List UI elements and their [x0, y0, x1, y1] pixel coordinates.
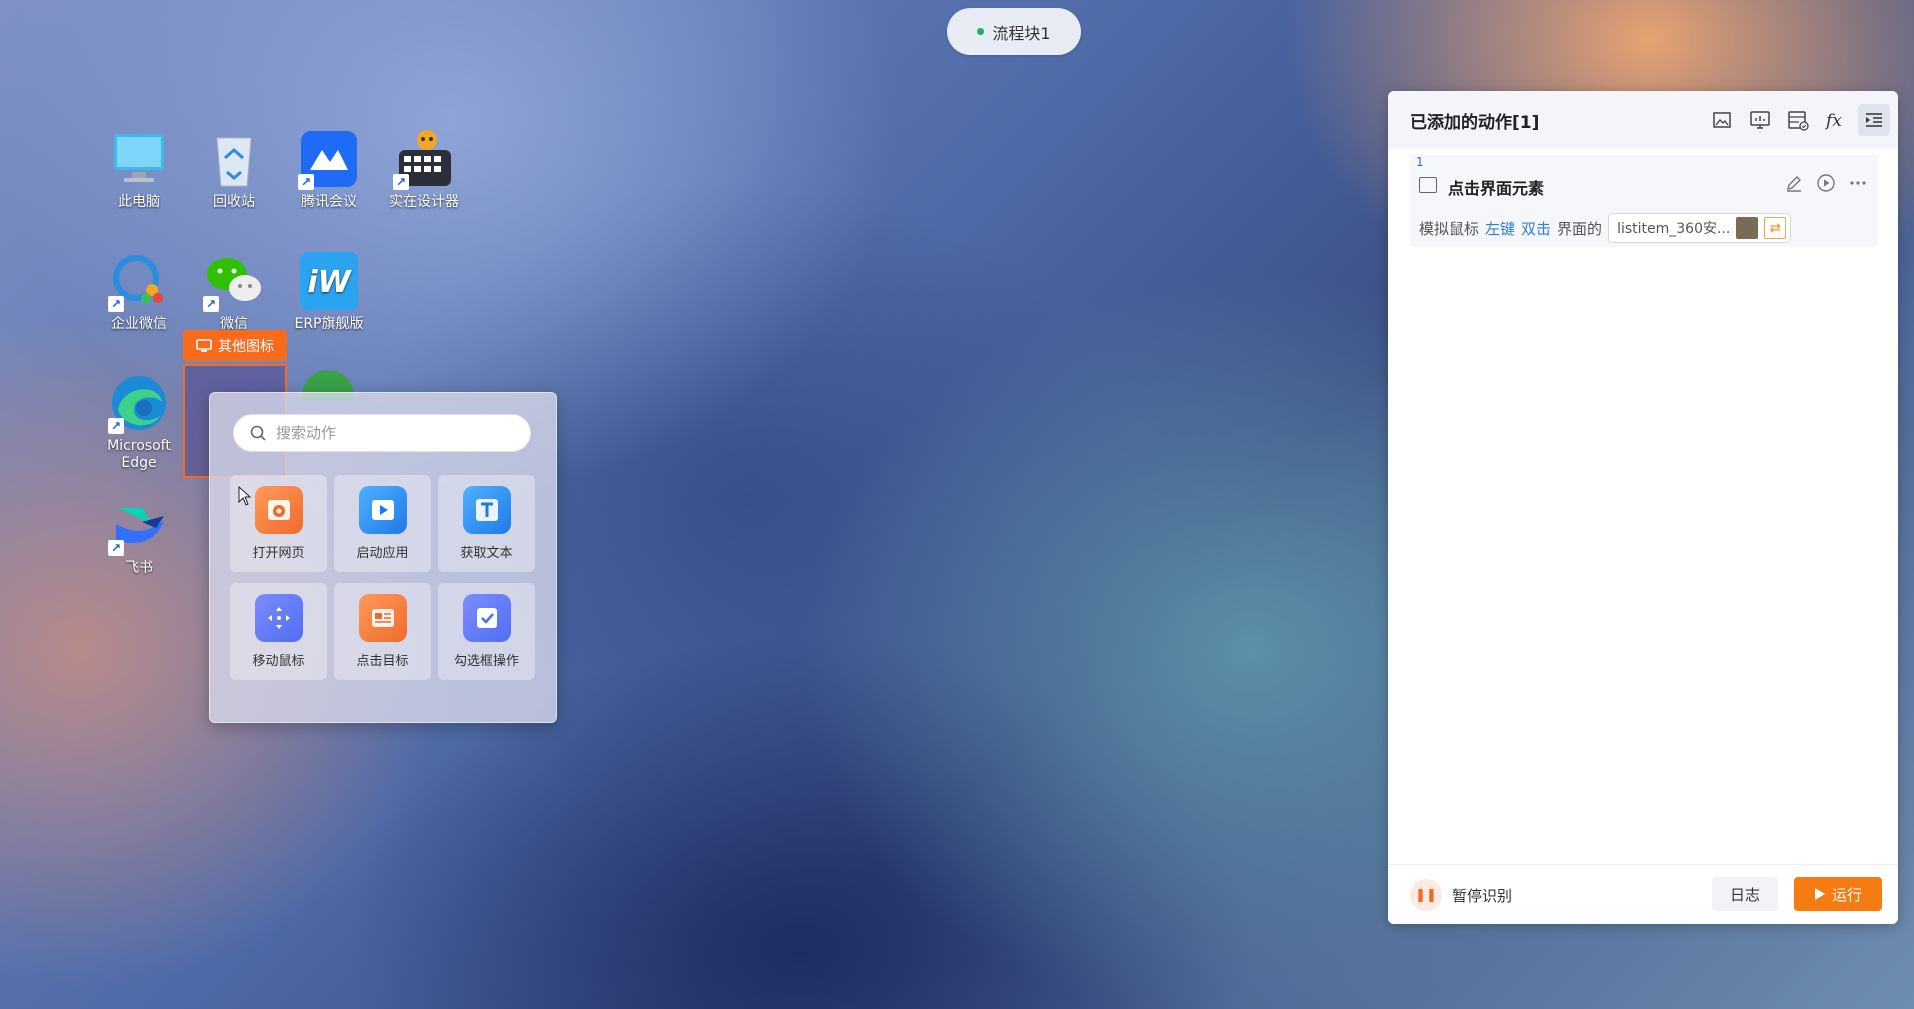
desktop-icon-tencent-meeting[interactable]: ↗ 腾讯会议	[281, 128, 377, 211]
wecom-icon: ↗	[108, 250, 170, 312]
indent-list-icon	[1866, 113, 1882, 127]
action-tile-checkbox-op[interactable]: 勾选框操作	[438, 583, 535, 680]
desktop-icon-label: ERP旗舰版	[294, 316, 364, 332]
shortcut-arrow-icon: ↗	[393, 174, 409, 190]
play-icon	[1814, 888, 1825, 900]
shortcut-arrow-icon: ↗	[203, 296, 219, 312]
desktop-icon-label: 实在设计器	[389, 194, 459, 210]
desktop-icon-recycle-bin[interactable]: 回收站	[186, 128, 282, 211]
swap-target-icon[interactable]: ⇄	[1764, 217, 1787, 239]
collapse-panel-button[interactable]	[1858, 104, 1890, 136]
pause-recognition-label: 暂停识别	[1452, 887, 1513, 905]
action-search-input[interactable]	[274, 423, 508, 443]
desktop-icon-wechat[interactable]: ↗ 微信	[186, 250, 282, 333]
shortcut-arrow-icon: ↗	[298, 174, 314, 190]
action-tile-click-target[interactable]: 点击目标	[334, 583, 431, 680]
pause-icon: ❚❚	[1415, 887, 1437, 903]
status-dot	[977, 28, 985, 35]
action-title: 点击界面元素	[1448, 179, 1545, 198]
desktop-icon-this-pc[interactable]: 此电脑	[91, 128, 187, 211]
ui-element-icon	[1419, 177, 1437, 193]
action-quick-menu: 打开网页 启动应用 获取文本 移动鼠标 点击目标 勾选框操作	[209, 392, 557, 723]
desktop-icon-label: 企业微信	[111, 316, 167, 332]
shortcut-arrow-icon: ↗	[108, 540, 124, 556]
panel-title: 已添加的动作[1]	[1410, 113, 1540, 133]
shortcut-arrow-icon: ↗	[108, 296, 124, 312]
data-table-button[interactable]	[1782, 104, 1814, 136]
text-icon	[462, 486, 511, 534]
flow-block-pill[interactable]: 流程块1	[947, 8, 1081, 55]
monitor-icon	[108, 128, 170, 190]
shortcut-arrow-icon: ↗	[108, 418, 124, 434]
desktop-icon-edge[interactable]: ↗ Microsoft Edge	[91, 372, 187, 472]
desktop-icon-label: 此电脑	[118, 194, 160, 210]
panel-footer: ❚❚ 暂停识别 日志 运行	[1388, 864, 1898, 924]
action-tile-launch-app[interactable]: 启动应用	[334, 475, 431, 572]
action-tile-label: 勾选框操作	[453, 654, 519, 669]
screen-monitor-button[interactable]	[1744, 104, 1776, 136]
action-tile-label: 获取文本	[460, 546, 513, 561]
flow-block-label: 流程块1	[992, 23, 1051, 43]
log-button[interactable]: 日志	[1712, 877, 1778, 911]
desktop-icon-label: 回收站	[213, 194, 255, 210]
mouse-button-option[interactable]: 左键	[1485, 218, 1515, 239]
desktop-icon-label: 腾讯会议	[301, 194, 357, 210]
desktop-icon-label: 飞书	[125, 560, 153, 576]
desktop-icon-wecom[interactable]: ↗ 企业微信	[91, 250, 187, 333]
erp-icon: iW	[298, 250, 360, 312]
action-tile-get-text[interactable]: 获取文本	[438, 475, 535, 572]
function-button[interactable]: fx	[1820, 104, 1852, 136]
svg-text:fx: fx	[1824, 111, 1842, 131]
action-item-tools	[1784, 173, 1868, 193]
target-element-chip[interactable]: listitem_360安... ⇄	[1608, 213, 1792, 243]
more-dots-icon[interactable]	[1848, 173, 1868, 193]
search-icon	[250, 425, 266, 441]
action-tile-label: 打开网页	[252, 546, 305, 561]
click-target-icon	[358, 594, 407, 642]
target-element-name: listitem_360安...	[1617, 221, 1731, 237]
browser-icon	[254, 486, 303, 534]
table-check-icon	[1788, 111, 1809, 131]
element-selection-label: 其他图标	[183, 330, 287, 361]
panel-toolbar: fx	[1706, 104, 1890, 136]
image-crop-icon	[1713, 112, 1731, 128]
wechat-icon: ↗	[203, 250, 265, 312]
action-item[interactable]: 1 点击界面元素 模拟鼠标 左键 双击 界面的 listitem_360安...…	[1410, 155, 1878, 247]
recycle-bin-icon	[203, 128, 265, 190]
element-thumbnail-icon[interactable]	[1736, 217, 1759, 239]
monitor-chart-icon	[1750, 111, 1770, 129]
edge-icon: ↗	[108, 372, 170, 434]
action-index: 1	[1416, 155, 1424, 169]
desktop-icon-feishu[interactable]: ↗ 飞书	[91, 494, 187, 577]
robot-keyboard-icon: ↗	[393, 128, 455, 190]
action-search-box[interactable]	[233, 414, 531, 452]
action-tile-label: 启动应用	[356, 546, 409, 561]
play-circle-icon[interactable]	[1816, 173, 1836, 193]
run-button[interactable]: 运行	[1794, 877, 1882, 911]
action-description: 模拟鼠标 左键 双击 界面的 listitem_360安... ⇄	[1419, 213, 1792, 243]
feishu-icon: ↗	[108, 494, 170, 556]
play-app-icon	[358, 486, 407, 534]
panel-header: 已添加的动作[1] fx	[1388, 91, 1898, 149]
desktop-icon-erp[interactable]: iW ERP旗舰版	[281, 250, 377, 333]
move-arrows-icon	[254, 594, 303, 642]
mouse-cursor-icon	[238, 485, 252, 510]
added-actions-panel: 已添加的动作[1] fx 1 点击界面元素 模拟鼠标 左键 双击 界面的 lis…	[1388, 91, 1898, 924]
action-tile-label: 移动鼠标	[252, 654, 305, 669]
tencent-meeting-icon: ↗	[298, 128, 360, 190]
action-tile-label: 点击目标	[356, 654, 409, 669]
pause-recognition-button[interactable]: ❚❚	[1410, 879, 1442, 911]
action-tile-move-mouse[interactable]: 移动鼠标	[230, 583, 327, 680]
fx-icon: fx	[1824, 111, 1842, 131]
screenshot-tool-button[interactable]	[1706, 104, 1738, 136]
desktop-icon-label: Microsoft Edge	[107, 438, 171, 471]
desktop-icon-shizai-designer[interactable]: ↗ 实在设计器	[376, 128, 472, 211]
checkbox-icon	[462, 594, 511, 642]
click-type-option[interactable]: 双击	[1521, 218, 1551, 239]
svg-text:iW: iW	[307, 265, 352, 300]
monitor-icon	[196, 338, 212, 352]
edit-pencil-icon[interactable]	[1784, 173, 1804, 193]
